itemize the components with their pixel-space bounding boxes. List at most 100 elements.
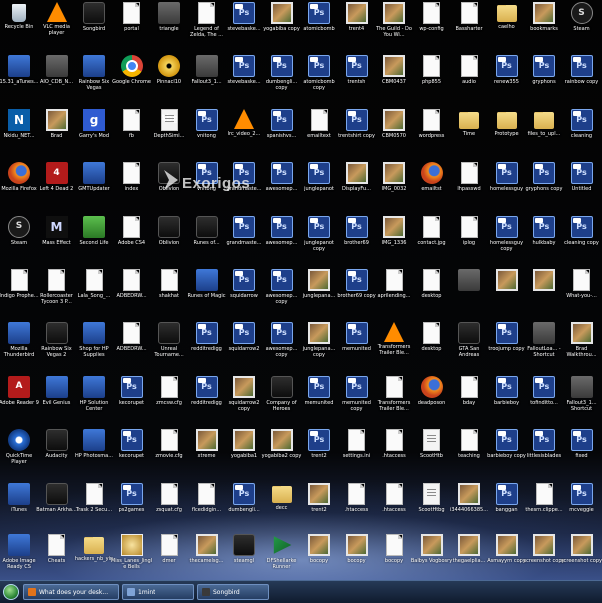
desktop-icon[interactable]: emailtst <box>411 160 453 212</box>
desktop-icon[interactable]: i3444066385... <box>448 481 490 533</box>
desktop-icon[interactable]: Fallout3_1... Shortcut <box>561 374 602 426</box>
desktop-icon[interactable]: Pstrent2 <box>298 427 340 479</box>
desktop-icon[interactable]: Psawesomep... <box>261 160 303 212</box>
desktop-icon[interactable]: Pskecorupet <box>111 374 153 426</box>
desktop-icon[interactable]: Recycle Bin <box>0 0 40 52</box>
desktop-icon[interactable]: GMTUpdater <box>73 160 115 212</box>
desktop-icon[interactable]: The Guild - Do You Wi... <box>373 0 415 52</box>
desktop-icon[interactable]: Transformers Trailer Ble... <box>373 374 415 426</box>
desktop-icon[interactable]: Psbarbieboy <box>486 374 528 426</box>
desktop-icon[interactable]: Runes of Magic <box>186 267 228 319</box>
desktop-icon[interactable]: Psbrother69 <box>336 214 378 266</box>
desktop-icon[interactable]: Second Life <box>73 214 115 266</box>
desktop-icon[interactable]: Psredditredigg <box>186 374 228 426</box>
desktop-icon[interactable] <box>486 267 528 319</box>
desktop-icon[interactable]: junglepana... copy <box>298 320 340 372</box>
desktop-icon[interactable]: Psgryphons copy <box>523 160 565 212</box>
desktop-icon[interactable]: Pshomelessguy copy <box>486 214 528 266</box>
desktop-icon[interactable] <box>523 267 565 319</box>
desktop-icon[interactable]: thegaelplia... <box>448 532 490 580</box>
desktop-icon[interactable]: Psawesomep... copy <box>261 320 303 372</box>
desktop-icon[interactable]: bocopy <box>373 532 415 580</box>
desktop-icon[interactable]: HP Solution Center <box>73 374 115 426</box>
desktop-icon[interactable]: Psmemunited <box>298 374 340 426</box>
desktop-icon[interactable]: Pstrentsh <box>336 53 378 105</box>
desktop-icon[interactable]: caelho <box>486 0 528 52</box>
desktop-icon[interactable]: Psps2games <box>111 481 153 533</box>
desktop-icon[interactable]: Pskecorupet <box>111 427 153 479</box>
desktop-icon[interactable]: SSteam <box>0 214 40 266</box>
desktop-icon[interactable]: Fallout3_1... <box>186 53 228 105</box>
taskbar-item-songbird[interactable]: Songbird <box>197 584 269 600</box>
desktop-icon[interactable]: Psawesomep... copy <box>261 267 303 319</box>
desktop-icon[interactable]: Psdumbengli... <box>223 481 265 533</box>
desktop-icon[interactable]: audio <box>448 53 490 105</box>
desktop-icon[interactable]: Rollercoaster Tycoon 3 P... <box>36 267 78 319</box>
desktop-icon[interactable]: emailtext <box>298 107 340 159</box>
desktop-icon[interactable]: junglepana... <box>298 267 340 319</box>
desktop-icon[interactable]: Bassharter <box>448 0 490 52</box>
desktop-icon[interactable]: PsUntitled <box>561 160 602 212</box>
desktop-icon[interactable]: Balbys Vogbosry <box>411 532 453 580</box>
desktop-icon[interactable]: Pstrentshirt copy <box>336 107 378 159</box>
desktop-icon[interactable]: Time <box>448 107 490 159</box>
desktop-icon[interactable]: zmcsw.cfg <box>148 374 190 426</box>
desktop-icon[interactable]: iTunes <box>0 481 40 533</box>
desktop-icon[interactable]: Pstofinditto... <box>523 374 565 426</box>
desktop-icon[interactable]: NNkidu_NET... <box>0 107 40 159</box>
desktop-icon[interactable]: GTA San Andreas <box>448 320 490 372</box>
desktop[interactable]: Recycle Bin15.31_aTunes...NNkidu_NET...M… <box>0 0 602 580</box>
desktop-icon[interactable]: Psawesomep... <box>261 214 303 266</box>
desktop-icon[interactable]: .htaccess <box>373 481 415 533</box>
desktop-icon[interactable]: AbgDepthSimi... <box>148 107 190 159</box>
desktop-icon[interactable]: Adobe Image Ready CS <box>0 532 40 580</box>
desktop-icon[interactable]: Psvnitong <box>186 107 228 159</box>
desktop-icon[interactable]: Psrainbow copy <box>561 53 602 105</box>
desktop-icon[interactable]: Pssquidarrow2 <box>223 320 265 372</box>
desktop-icon[interactable]: trent4 <box>336 0 378 52</box>
desktop-icon[interactable]: VLC media player <box>36 0 78 52</box>
desktop-icon[interactable]: Pshulkbaby <box>523 214 565 266</box>
desktop-icon[interactable]: yogabiba copy <box>261 0 303 52</box>
desktop-icon[interactable]: yogabiba1 <box>223 427 265 479</box>
desktop-icon[interactable]: Psatomicbomb copy <box>298 53 340 105</box>
desktop-icon[interactable]: Pshomelessguy <box>486 160 528 212</box>
desktop-icon[interactable]: Psredditredigg <box>186 320 228 372</box>
desktop-icon[interactable]: Oblivion <box>148 214 190 266</box>
desktop-icon[interactable]: SSteam <box>561 0 602 52</box>
desktop-icon[interactable]: Pstroojump copy <box>486 320 528 372</box>
desktop-icon[interactable]: Psjunglepanot <box>298 160 340 212</box>
desktop-icon[interactable]: contact.jpg <box>411 214 453 266</box>
desktop-icon[interactable]: desktop <box>411 267 453 319</box>
desktop-icon[interactable]: DisplayFu... <box>336 160 378 212</box>
desktop-icon[interactable]: Lala_Song_... <box>73 267 115 319</box>
desktop-icon[interactable]: teaching <box>448 427 490 479</box>
desktop-icon[interactable]: Psbrother69 copy <box>336 267 378 319</box>
desktop-icon[interactable]: fb <box>111 107 153 159</box>
desktop-icon[interactable]: Psatomicbomb <box>298 0 340 52</box>
desktop-icon[interactable]: Asmayyrn copy <box>486 532 528 580</box>
desktop-icon[interactable]: Google Chrome <box>111 53 153 105</box>
desktop-icon[interactable]: QuickTime Player <box>0 427 40 479</box>
desktop-icon[interactable]: wp-config <box>411 0 453 52</box>
desktop-icon[interactable]: Brad <box>36 107 78 159</box>
desktop-icon[interactable]: thecamelsg... <box>186 532 228 580</box>
desktop-icon[interactable]: bocopy <box>298 532 340 580</box>
desktop-icon[interactable]: lrc_video_2... <box>223 107 265 159</box>
desktop-icon[interactable]: triangle <box>148 0 190 52</box>
desktop-icon[interactable]: settings.ini <box>336 427 378 479</box>
desktop-icon[interactable]: Cheats <box>36 532 78 580</box>
desktop-icon[interactable]: Trask 2 Secu... <box>73 481 115 533</box>
desktop-icon[interactable]: thesrn.clippe... <box>523 481 565 533</box>
desktop-icon[interactable]: Psfixed <box>561 427 602 479</box>
desktop-icon[interactable]: bday <box>448 374 490 426</box>
desktop-icon[interactable]: Prototype <box>486 107 528 159</box>
desktop-icon[interactable]: Psmemunited <box>336 320 378 372</box>
desktop-icon[interactable]: Oblivion <box>148 160 190 212</box>
desktop-icon[interactable]: Audacity <box>36 427 78 479</box>
desktop-icon[interactable]: CBM0570 <box>373 107 415 159</box>
desktop-icon[interactable]: Transformers Trailer Ble... <box>373 320 415 372</box>
desktop-icon[interactable]: files_to_upl... <box>523 107 565 159</box>
desktop-icon[interactable]: Psbarbieboy copy <box>486 427 528 479</box>
desktop-icon[interactable]: Psbanggan <box>486 481 528 533</box>
